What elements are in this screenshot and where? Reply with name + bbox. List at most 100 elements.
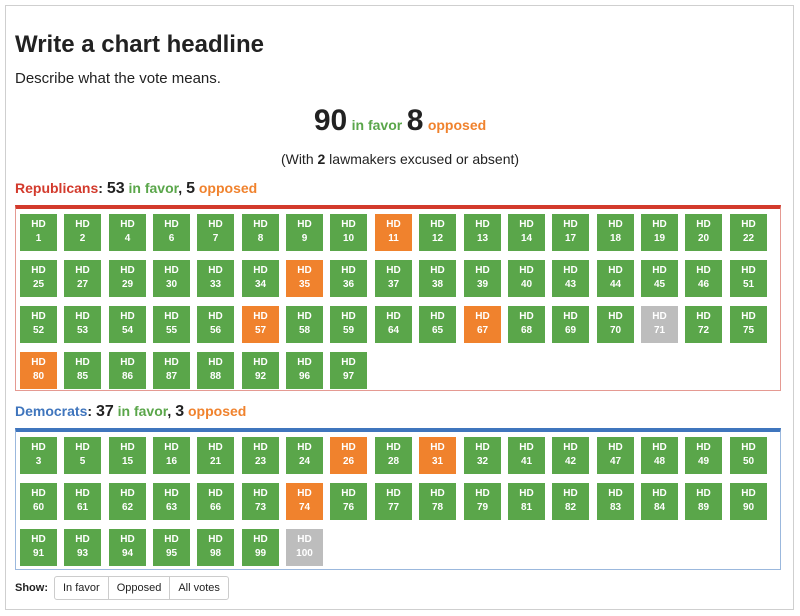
seat-district-number: 69 [564,325,577,336]
seat-district-number: 97 [342,371,355,382]
total-in-favor-count: 90 [313,104,348,137]
seat-district-number: 6 [168,233,175,244]
seat-prefix: HD [386,488,401,499]
seat-prefix: HD [253,357,268,368]
seat-hd-63: HD 63 [152,482,191,521]
seat-hd-35: HD 35 [285,259,324,298]
seat-district-number: 11 [388,233,399,244]
seat-district-number: 86 [121,371,134,382]
seat-prefix: HD [608,442,623,453]
seat-hd-78: HD 78 [418,482,457,521]
republicans-in-favor-label: in favor [128,180,179,196]
seat-district-number: 75 [742,325,755,336]
seat-prefix: HD [31,311,46,322]
vote-tally: 90 in favor 8 opposed [0,104,800,138]
seat-prefix: HD [120,311,135,322]
seat-prefix: HD [208,357,223,368]
seat-prefix: HD [164,488,179,499]
seat-district-number: 43 [564,279,577,290]
seat-hd-83: HD 83 [596,482,635,521]
seat-prefix: HD [75,219,90,230]
seat-hd-36: HD 36 [329,259,368,298]
total-in-favor-label: in favor [351,117,403,133]
seat-prefix: HD [75,534,90,545]
seat-prefix: HD [75,357,90,368]
seat-district-number: 13 [476,233,489,244]
seat-district-number: 66 [209,502,222,513]
seat-prefix: HD [75,265,90,276]
seat-district-number: 14 [520,233,533,244]
seat-hd-32: HD 32 [463,436,502,475]
seat-prefix: HD [297,219,312,230]
seat-district-number: 10 [342,233,355,244]
filter-in-favor-button[interactable]: In favor [54,576,109,600]
seat-prefix: HD [164,534,179,545]
seat-hd-81: HD 81 [507,482,546,521]
chart-description: Describe what the vote means. [15,70,221,87]
seat-prefix: HD [253,442,268,453]
seat-district-number: 22 [742,233,755,244]
seat-hd-48: HD 48 [640,436,679,475]
seat-district-number: 50 [742,456,755,467]
seat-hd-18: HD 18 [596,213,635,252]
seat-hd-24: HD 24 [285,436,324,475]
seat-hd-47: HD 47 [596,436,635,475]
seat-hd-2: HD 2 [63,213,102,252]
seat-district-number: 74 [298,502,311,513]
seat-prefix: HD [563,488,578,499]
seat-hd-9: HD 9 [285,213,324,252]
seat-district-number: 65 [431,325,444,336]
seat-prefix: HD [341,442,356,453]
seat-hd-4: HD 4 [108,213,147,252]
seat-prefix: HD [696,488,711,499]
seat-district-number: 31 [431,456,444,467]
seat-hd-34: HD 34 [241,259,280,298]
seat-district-number: 100 [296,548,313,559]
seat-prefix: HD [696,442,711,453]
democrats-opposed-count: 3 [175,403,185,420]
seat-district-number: 89 [697,502,710,513]
seat-hd-7: HD 7 [196,213,235,252]
seat-prefix: HD [430,265,445,276]
seat-hd-12: HD 12 [418,213,457,252]
seat-district-number: 42 [564,456,577,467]
seat-prefix: HD [341,265,356,276]
seat-district-number: 44 [609,279,622,290]
seat-district-number: 17 [564,233,577,244]
seat-district-number: 70 [609,325,622,336]
seat-district-number: 54 [121,325,134,336]
seat-district-number: 49 [697,456,710,467]
seat-prefix: HD [253,265,268,276]
seat-hd-46: HD 46 [684,259,723,298]
seat-hd-74: HD 74 [285,482,324,521]
seat-prefix: HD [253,219,268,230]
filter-opposed-button[interactable]: Opposed [107,576,171,600]
seat-hd-22: HD 22 [729,213,768,252]
seat-hd-39: HD 39 [463,259,502,298]
seat-prefix: HD [563,219,578,230]
seat-prefix: HD [31,219,46,230]
seat-hd-11: HD 11 [374,213,413,252]
seat-prefix: HD [297,265,312,276]
seat-district-number: 95 [165,548,178,559]
seat-hd-67: HD 67 [463,305,502,344]
seat-prefix: HD [120,442,135,453]
filter-all-votes-button[interactable]: All votes [169,576,229,600]
seat-district-number: 47 [609,456,622,467]
seat-prefix: HD [31,534,46,545]
seat-prefix: HD [652,265,667,276]
seat-district-number: 19 [653,233,666,244]
seat-hd-8: HD 8 [241,213,280,252]
filter-label: Show: [15,582,48,594]
seat-hd-3: HD 3 [19,436,58,475]
seat-district-number: 38 [431,279,444,290]
seat-district-number: 52 [32,325,45,336]
seat-hd-27: HD 27 [63,259,102,298]
seat-district-number: 79 [476,502,489,513]
seat-hd-56: HD 56 [196,305,235,344]
seat-prefix: HD [652,488,667,499]
seat-prefix: HD [75,442,90,453]
seat-prefix: HD [475,442,490,453]
absent-note: (With 2 lawmakers excused or absent) [0,151,800,167]
seat-hd-79: HD 79 [463,482,502,521]
